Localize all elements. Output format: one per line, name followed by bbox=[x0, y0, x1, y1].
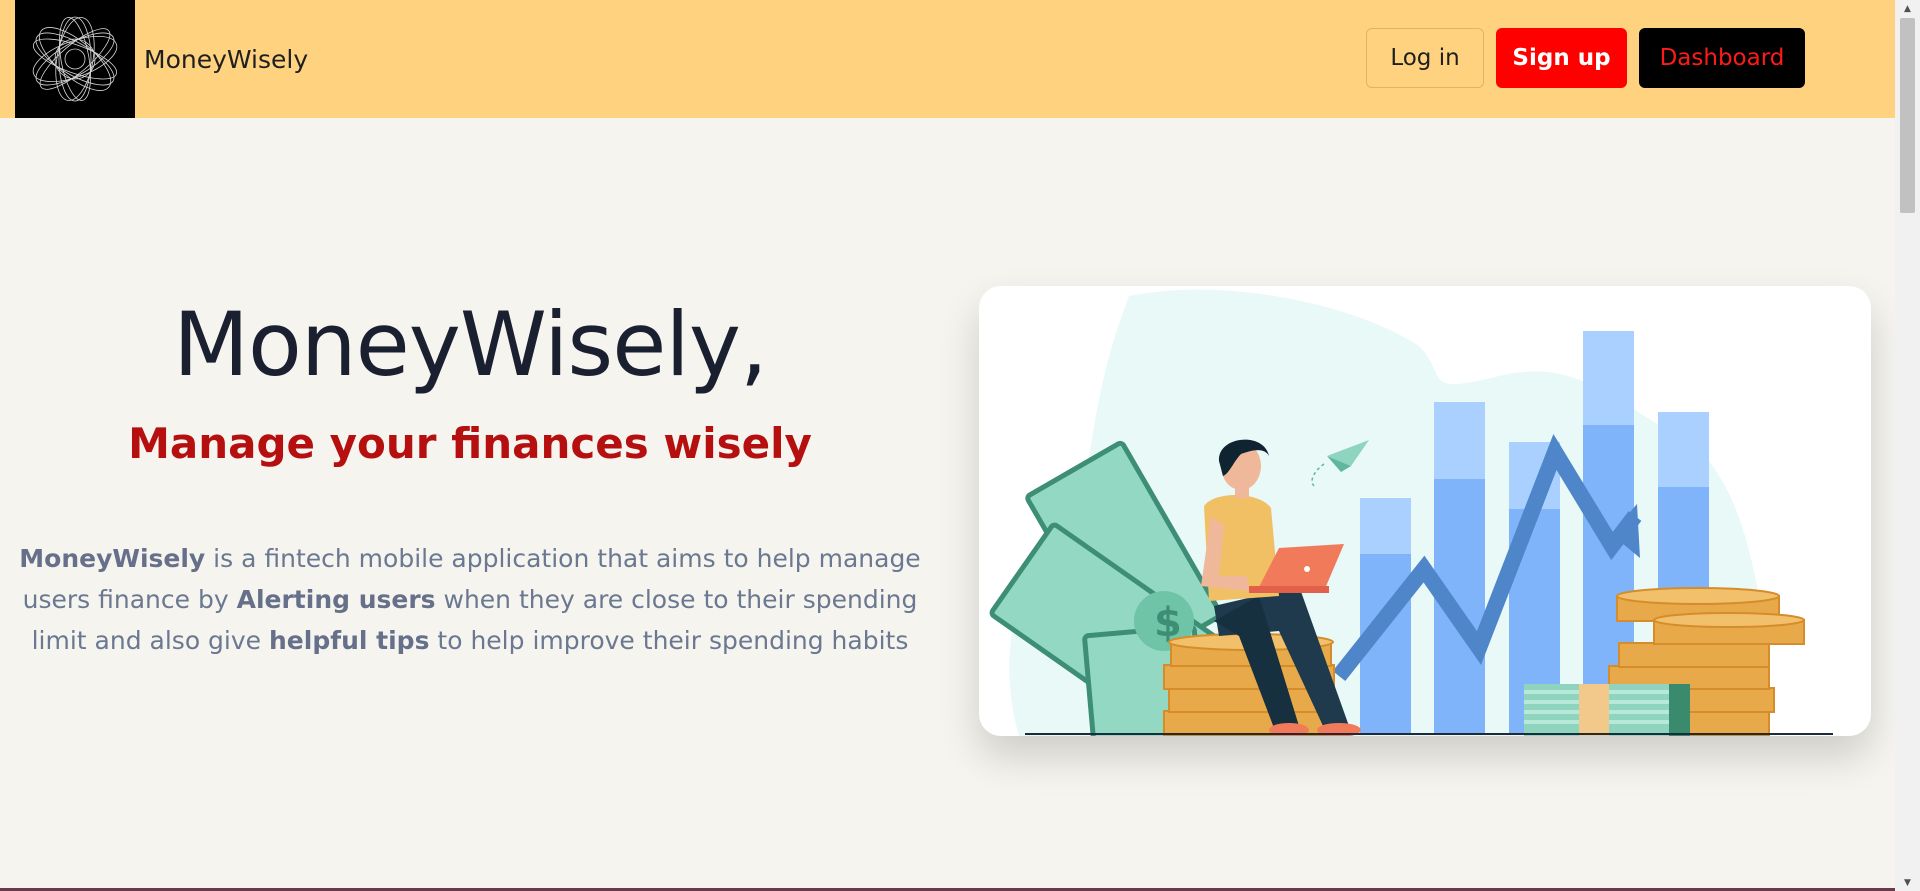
scroll-thumb[interactable] bbox=[1900, 18, 1915, 213]
brand-name: MoneyWisely bbox=[144, 44, 309, 74]
desc-bold-tips: helpful tips bbox=[269, 626, 430, 655]
dashboard-button[interactable]: Dashboard bbox=[1639, 28, 1805, 88]
scroll-down-icon[interactable]: ▼ bbox=[1895, 874, 1920, 891]
page-scrollbar[interactable]: ▲ ▼ bbox=[1895, 0, 1920, 891]
hero-text: MoneyWisely, Manage your finances wisely… bbox=[15, 290, 925, 661]
hero-illustration-card: $ bbox=[979, 286, 1871, 736]
hero-title: MoneyWisely, bbox=[173, 293, 768, 396]
desc-text-3: to help improve their spending habits bbox=[429, 626, 909, 655]
brand-link[interactable]: MoneyWisely bbox=[15, 0, 308, 118]
desc-bold-appname: MoneyWisely bbox=[19, 544, 206, 573]
navbar: MoneyWisely Log in Sign up Dashboard bbox=[0, 0, 1895, 118]
finance-illustration: $ bbox=[989, 289, 1833, 736]
spiral-logo-icon bbox=[15, 0, 135, 118]
login-button[interactable]: Log in bbox=[1366, 28, 1484, 88]
hero-subtitle: Manage your finances wisely bbox=[128, 419, 812, 468]
scroll-up-icon[interactable]: ▲ bbox=[1895, 0, 1920, 17]
signup-button[interactable]: Sign up bbox=[1496, 28, 1627, 88]
hero-description: MoneyWisely is a fintech mobile applicat… bbox=[15, 538, 925, 661]
desc-bold-alerting: Alerting users bbox=[236, 585, 436, 614]
